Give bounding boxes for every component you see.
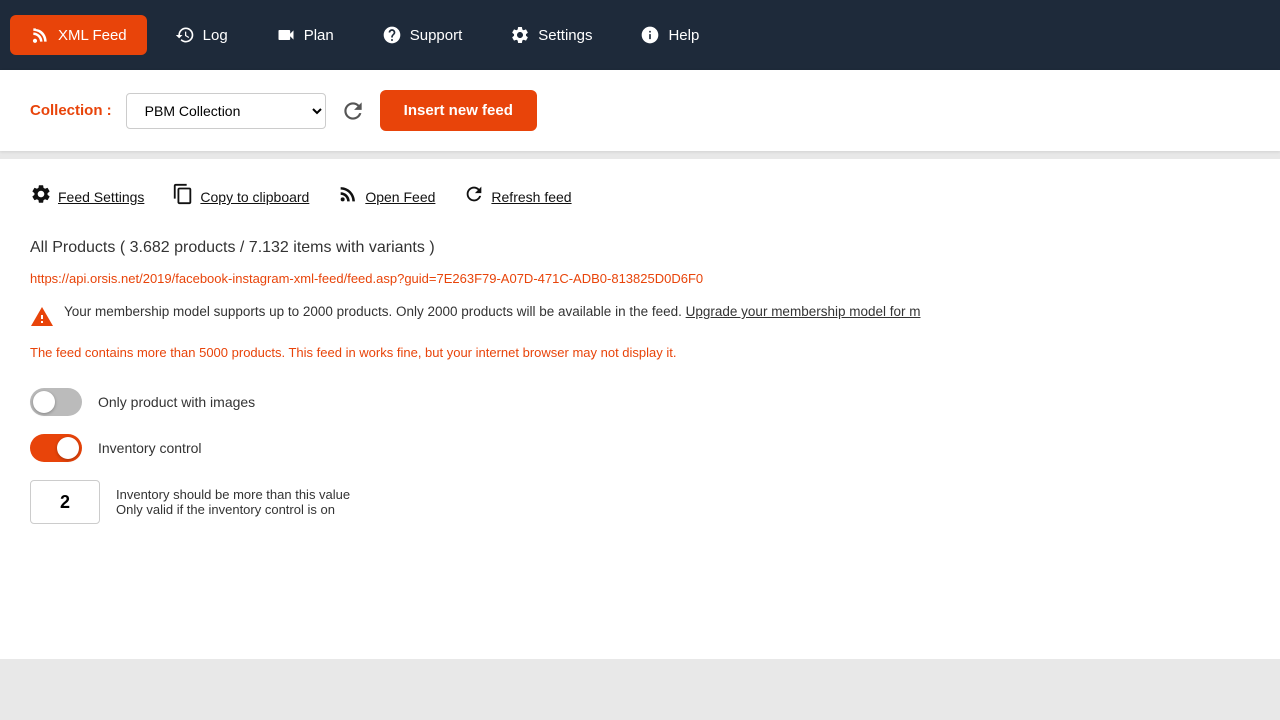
open-feed-label: Open Feed — [365, 189, 435, 205]
nav-xml-feed[interactable]: XML Feed — [10, 15, 147, 55]
inventory-label2: Only valid if the inventory control is o… — [116, 502, 350, 517]
images-toggle-row: Only product with images — [30, 388, 1250, 416]
rss-icon — [30, 25, 50, 45]
feed-title: All Products ( 3.682 products / 7.132 it… — [30, 239, 1250, 257]
action-bar: Feed Settings Copy to clipboard Open Fee… — [30, 183, 1250, 211]
nav-support[interactable]: Support — [362, 15, 483, 55]
refresh-collection-button[interactable] — [340, 98, 366, 124]
nav-log-label: Log — [203, 27, 228, 44]
warning-icon — [30, 305, 54, 335]
nav-plan[interactable]: Plan — [256, 15, 354, 55]
open-feed-action[interactable]: Open Feed — [337, 183, 435, 211]
images-toggle-slider — [30, 388, 82, 416]
rss-feed-icon — [337, 183, 359, 211]
nav-log[interactable]: Log — [155, 15, 248, 55]
video-icon — [276, 25, 296, 45]
feed-stats: ( 3.682 products / 7.132 items with vari… — [120, 239, 435, 256]
inventory-value-box[interactable]: 2 — [30, 480, 100, 524]
collection-bar: Collection : PBM Collection All Products… — [0, 70, 1280, 151]
feed-name: All Products — [30, 239, 115, 256]
inventory-toggle-knob — [57, 437, 79, 459]
inventory-row: 2 Inventory should be more than this val… — [30, 480, 1250, 524]
refresh-feed-icon — [463, 183, 485, 211]
copy-clipboard-label: Copy to clipboard — [200, 189, 309, 205]
inventory-toggle[interactable] — [30, 434, 82, 462]
images-toggle-knob — [33, 391, 55, 413]
inventory-label1: Inventory should be more than this value — [116, 487, 350, 502]
nav-help-label: Help — [668, 27, 699, 44]
images-toggle[interactable] — [30, 388, 82, 416]
history-icon — [175, 25, 195, 45]
inventory-toggle-slider — [30, 434, 82, 462]
refresh-feed-action[interactable]: Refresh feed — [463, 183, 571, 211]
navbar: XML Feed Log Plan Support Se — [0, 0, 1280, 70]
main-content: Feed Settings Copy to clipboard Open Fee… — [0, 159, 1280, 659]
nav-plan-label: Plan — [304, 27, 334, 44]
warning-box: Your membership model supports up to 200… — [30, 304, 1250, 335]
feed-settings-label: Feed Settings — [58, 189, 144, 205]
upgrade-link[interactable]: Upgrade your membership model for m — [686, 304, 921, 319]
feed-settings-action[interactable]: Feed Settings — [30, 183, 144, 211]
collection-label: Collection : — [30, 102, 112, 119]
nav-help[interactable]: Help — [620, 15, 719, 55]
nav-settings-label: Settings — [538, 27, 592, 44]
collection-select[interactable]: PBM Collection All Products Summer Colle… — [126, 93, 326, 129]
inventory-labels: Inventory should be more than this value… — [116, 487, 350, 517]
copy-clipboard-action[interactable]: Copy to clipboard — [172, 183, 309, 211]
inventory-toggle-row: Inventory control — [30, 434, 1250, 462]
clipboard-icon — [172, 183, 194, 211]
insert-feed-button[interactable]: Insert new feed — [380, 90, 537, 131]
inventory-value: 2 — [60, 492, 70, 513]
gear-settings-icon — [30, 183, 52, 211]
warning-text: Your membership model supports up to 200… — [64, 304, 921, 319]
refresh-feed-label: Refresh feed — [491, 189, 571, 205]
question-icon — [382, 25, 402, 45]
info-icon — [640, 25, 660, 45]
nav-xml-feed-label: XML Feed — [58, 27, 127, 44]
inventory-toggle-label: Inventory control — [98, 440, 202, 456]
images-toggle-label: Only product with images — [98, 394, 255, 410]
feed-url[interactable]: https://api.orsis.net/2019/facebook-inst… — [30, 271, 1250, 286]
gear-icon — [510, 25, 530, 45]
nav-support-label: Support — [410, 27, 463, 44]
nav-settings[interactable]: Settings — [490, 15, 612, 55]
info-text: The feed contains more than 5000 product… — [30, 345, 1250, 360]
